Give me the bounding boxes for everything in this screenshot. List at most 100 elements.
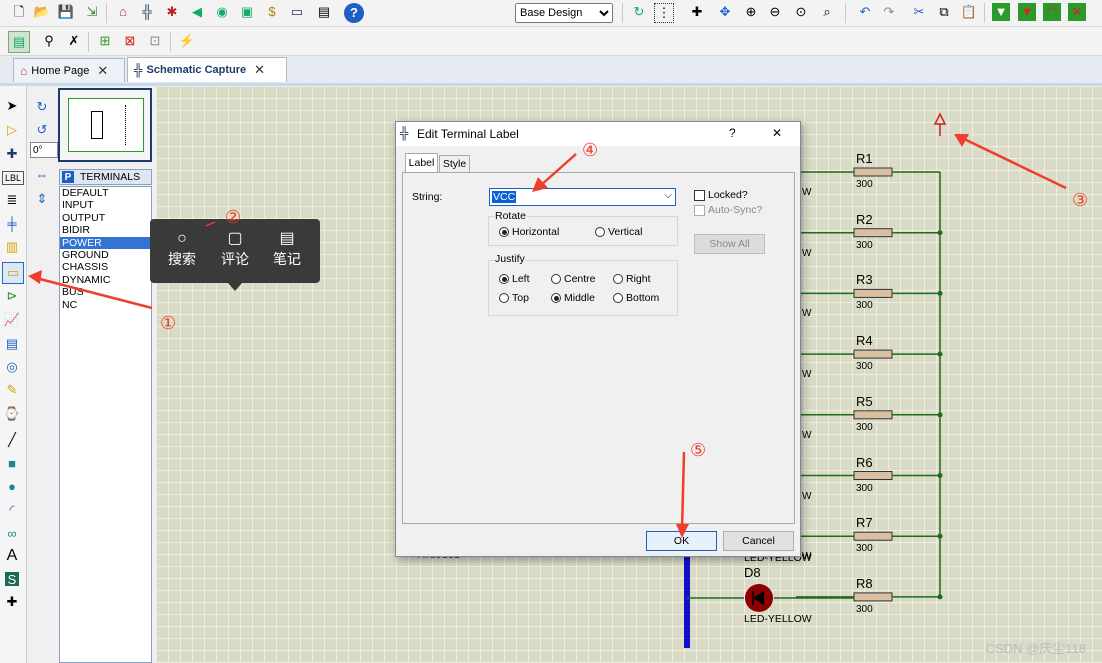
resistor-body[interactable] bbox=[853, 531, 893, 541]
dialog-tab-label[interactable]: Label bbox=[405, 153, 438, 172]
undo-icon[interactable]: ↶ bbox=[856, 3, 874, 21]
locked-checkbox[interactable]: Locked? bbox=[694, 189, 748, 201]
design-select[interactable]: Base Design bbox=[515, 3, 613, 23]
new-file-icon[interactable]: 🗋 bbox=[10, 3, 28, 21]
generator-icon[interactable]: ◎ bbox=[2, 357, 22, 377]
justify-right-radio[interactable]: Right bbox=[613, 273, 651, 285]
text-script-icon[interactable]: ≣ bbox=[2, 190, 22, 210]
popup-comment[interactable]: ▢ 评论 bbox=[215, 229, 255, 269]
source-code-icon[interactable]: ▭ bbox=[288, 3, 306, 21]
resistor-body[interactable] bbox=[853, 471, 893, 480]
zoom-all-icon[interactable]: ⊙ bbox=[792, 3, 810, 21]
resistor-body[interactable] bbox=[853, 228, 893, 238]
device-pin-icon[interactable]: ⊳ bbox=[2, 286, 22, 306]
import-icon[interactable]: ⇲ bbox=[83, 3, 101, 21]
ok-button[interactable]: OK bbox=[646, 531, 717, 551]
list-item[interactable]: BIDIR bbox=[60, 224, 151, 236]
block-delete-icon[interactable]: ✕ bbox=[1068, 3, 1086, 21]
bom-icon[interactable]: ▣ bbox=[238, 3, 256, 21]
block-copy-icon[interactable]: ▼ bbox=[992, 3, 1010, 21]
bus-icon[interactable]: ╪ bbox=[2, 213, 22, 233]
list-item[interactable]: OUTPUT bbox=[60, 212, 151, 224]
origin-icon[interactable]: ✚ bbox=[688, 3, 706, 21]
symbol-tool-icon[interactable]: S bbox=[5, 572, 19, 587]
popup-note[interactable]: ▤ 笔记 bbox=[267, 229, 307, 269]
rotate-vertical-radio[interactable]: Vertical bbox=[595, 226, 642, 238]
redo-icon[interactable]: ↷ bbox=[880, 3, 898, 21]
line-tool-icon[interactable]: ╱ bbox=[2, 430, 22, 450]
block-move-icon[interactable]: ▼ bbox=[1018, 3, 1036, 21]
3d-view-icon[interactable]: ◉ bbox=[213, 3, 231, 21]
justify-bottom-radio[interactable]: Bottom bbox=[613, 292, 659, 304]
junction-dot-icon[interactable]: ✚ bbox=[2, 144, 22, 164]
resistor-body[interactable] bbox=[853, 349, 893, 359]
string-combobox[interactable]: VCC ⌵ bbox=[489, 188, 676, 206]
script-icon[interactable]: ⚡ bbox=[178, 32, 196, 50]
schematic-icon[interactable]: ╬ bbox=[138, 3, 156, 21]
selection-mode-icon[interactable]: ➤ bbox=[2, 96, 22, 116]
terminals-mode-icon[interactable]: ▭ bbox=[2, 262, 24, 284]
zoom-out-icon[interactable]: ⊖ bbox=[766, 3, 784, 21]
gerber-icon[interactable]: ◀ bbox=[188, 3, 206, 21]
delete-part-icon[interactable]: ⊠ bbox=[121, 32, 139, 50]
justify-centre-radio[interactable]: Centre bbox=[551, 273, 596, 285]
search-tag-icon[interactable]: ⚲ bbox=[40, 32, 58, 50]
close-icon[interactable]: ✕ bbox=[254, 62, 265, 78]
new-part-icon[interactable]: ⊞ bbox=[96, 32, 114, 50]
chevron-down-icon[interactable]: ⌵ bbox=[664, 190, 672, 201]
list-item-selected[interactable]: POWER bbox=[60, 236, 151, 249]
tape-recorder-icon[interactable]: ▤ bbox=[2, 334, 22, 354]
arc-tool-icon[interactable]: ◜ bbox=[2, 500, 22, 520]
list-item[interactable]: INPUT bbox=[60, 199, 151, 211]
pan-icon[interactable]: ✥ bbox=[716, 3, 734, 21]
paste-icon[interactable]: 📋 bbox=[960, 3, 978, 21]
justify-middle-radio[interactable]: Middle bbox=[551, 292, 595, 304]
package-icon[interactable]: ⊡ bbox=[146, 32, 164, 50]
copy-icon[interactable]: ⧉ bbox=[935, 3, 953, 21]
terminal-list[interactable]: DEFAULT INPUT OUTPUT BIDIR POWER GROUND … bbox=[59, 186, 152, 663]
rotate-anticlockwise-icon[interactable]: ↺ bbox=[33, 121, 51, 139]
list-item[interactable]: DEFAULT bbox=[60, 187, 151, 199]
cost-icon[interactable]: $ bbox=[263, 3, 281, 21]
zoom-in-icon[interactable]: ⊕ bbox=[742, 3, 760, 21]
component-mode-icon[interactable]: ▷ bbox=[2, 120, 22, 140]
property-assign-icon[interactable]: ▤ bbox=[8, 31, 30, 53]
marker-tool-icon[interactable]: ✚ bbox=[2, 592, 22, 612]
overview-window[interactable] bbox=[58, 88, 152, 162]
justify-top-radio[interactable]: Top bbox=[499, 292, 529, 304]
resistor-body[interactable] bbox=[853, 288, 893, 298]
pick-device-button[interactable]: P bbox=[62, 171, 74, 183]
save-icon[interactable]: 💾 bbox=[57, 3, 75, 21]
refresh-icon[interactable]: ↻ bbox=[630, 3, 648, 21]
wire-label-icon[interactable]: LBL bbox=[2, 171, 24, 185]
justify-left-radio[interactable]: Left bbox=[499, 273, 530, 285]
tab-schematic-capture[interactable]: ╬ Schematic Capture ✕ bbox=[127, 57, 287, 82]
pcb-icon[interactable]: ✱ bbox=[163, 3, 181, 21]
list-item[interactable]: BUS bbox=[60, 286, 151, 298]
open-folder-icon[interactable]: 📂 bbox=[33, 3, 51, 21]
string-input[interactable]: VCC bbox=[492, 191, 517, 203]
close-icon[interactable]: ✕ bbox=[97, 63, 108, 79]
document-icon[interactable]: ▤ bbox=[315, 3, 333, 21]
rotate-horizontal-radio[interactable]: Horizontal bbox=[499, 226, 559, 238]
help-icon[interactable]: ? bbox=[344, 3, 364, 23]
cut-icon[interactable]: ✂ bbox=[910, 3, 928, 21]
virtual-instrument-icon[interactable]: ⌚ bbox=[2, 404, 22, 424]
mirror-vertical-icon[interactable]: ⇕ bbox=[33, 190, 51, 208]
resistor-body[interactable] bbox=[853, 410, 893, 420]
dialog-help-button[interactable]: ? bbox=[729, 126, 736, 140]
resistor-body[interactable] bbox=[853, 167, 893, 177]
resistor-body[interactable] bbox=[853, 592, 893, 602]
voltage-probe-icon[interactable]: ✎ bbox=[2, 380, 22, 400]
dialog-tab-style[interactable]: Style bbox=[439, 155, 470, 172]
list-item[interactable]: GROUND bbox=[60, 249, 151, 261]
grid-icon[interactable]: ⋮ bbox=[654, 3, 674, 23]
list-item[interactable]: NC bbox=[60, 299, 151, 311]
text-tool-icon[interactable]: A bbox=[2, 546, 22, 566]
list-item[interactable]: CHASSIS bbox=[60, 261, 151, 273]
zoom-area-icon[interactable]: ⌕ bbox=[818, 3, 836, 21]
path-tool-icon[interactable]: ∞ bbox=[2, 523, 22, 543]
cancel-button[interactable]: Cancel bbox=[723, 531, 794, 551]
block-rotate-icon[interactable]: ◠ bbox=[1043, 3, 1061, 21]
rotation-field[interactable]: 0° bbox=[30, 142, 58, 158]
